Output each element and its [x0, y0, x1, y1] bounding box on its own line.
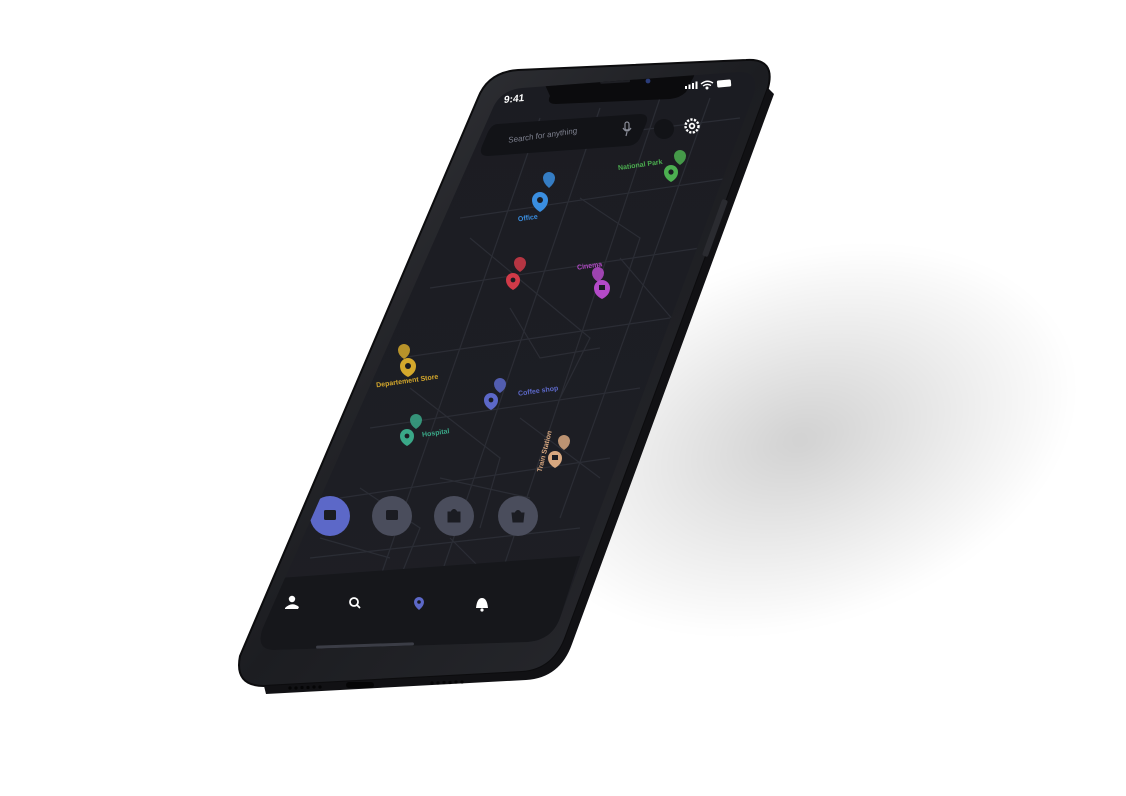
- location-circle-button[interactable]: [654, 119, 674, 139]
- screen: [260, 71, 756, 651]
- battery-icon: [716, 79, 732, 88]
- chip-icon: [386, 510, 398, 520]
- category-chip[interactable]: [372, 496, 412, 536]
- chip-icon: [324, 510, 336, 520]
- phone-drawing: [238, 58, 774, 694]
- front-camera: [645, 78, 651, 84]
- phone-mockup: 9:41 Search for anything Office National…: [238, 58, 780, 698]
- charging-port: [346, 682, 374, 688]
- category-chip[interactable]: [434, 496, 474, 536]
- stage: 9:41 Search for anything Office National…: [0, 0, 1126, 796]
- category-chip[interactable]: [498, 496, 538, 536]
